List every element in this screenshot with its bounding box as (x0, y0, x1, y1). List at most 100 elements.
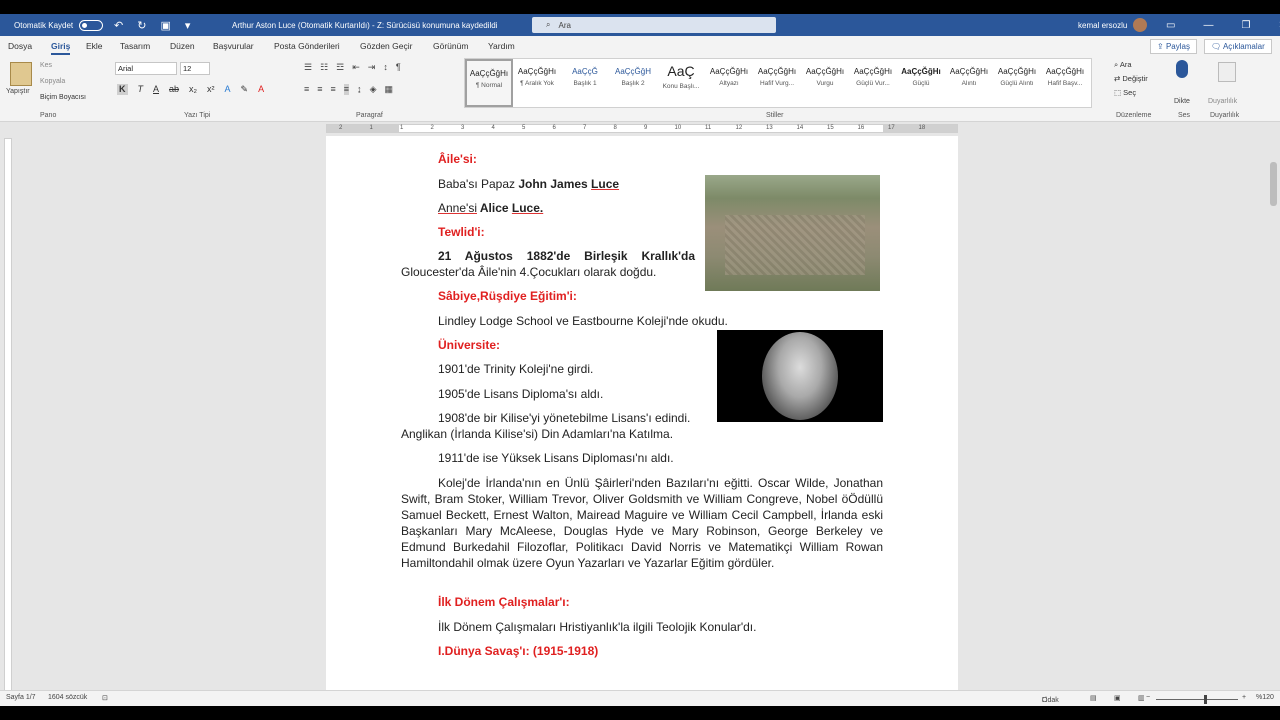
ribbon-display-icon[interactable]: ▭ (1166, 20, 1175, 31)
style-sample: AaÇçĞğHı (949, 67, 989, 76)
web-layout-icon[interactable]: ▥ (1138, 694, 1145, 702)
style-item[interactable]: AaÇçĞğHı Güçlü Vur... (849, 59, 897, 107)
style-item[interactable]: AaÇçĞğHı Hafif Başv... (1041, 59, 1089, 107)
undo-icon[interactable]: ↶ (114, 19, 123, 32)
horizontal-ruler[interactable]: 2 1 1 2 3 4 5 6 7 8 9 10 11 12 13 14 15 16 17 18 (326, 124, 958, 133)
tab-tasarim[interactable]: Tasarım (120, 41, 150, 51)
restore-icon[interactable]: ❐ (1241, 20, 1250, 31)
borders-icon[interactable]: ▦ (384, 84, 393, 95)
decrease-indent-icon[interactable]: ⇤ (352, 62, 360, 73)
zoom-in-icon[interactable]: + (1242, 694, 1246, 701)
sort-icon[interactable]: ↕ (383, 62, 388, 73)
scrollbar-thumb[interactable] (1270, 162, 1277, 206)
align-right-icon[interactable]: ≡ (331, 84, 336, 95)
comments-button[interactable]: 🗨 Açıklamalar (1204, 39, 1272, 54)
pilcrow-icon[interactable]: ¶ (396, 62, 401, 73)
tab-duzen[interactable]: Düzen (170, 41, 195, 51)
zoom-out-icon[interactable]: − (1146, 694, 1150, 701)
user-account[interactable]: kemal ersozlu (1078, 14, 1148, 36)
dictate-button[interactable]: Dikte (1174, 98, 1190, 105)
tab-gozden-gecir[interactable]: Gözden Geçir (360, 41, 412, 51)
vertical-scrollbar[interactable] (1268, 122, 1280, 690)
tab-posta[interactable]: Posta Gönderileri (274, 41, 340, 51)
college-paragraph: Kolej'de İrlanda'nın en Ünlü Şâirleri'nd… (401, 476, 883, 570)
search-box[interactable]: ⌕ Ara (532, 17, 776, 33)
multilevel-list-icon[interactable]: ☲ (336, 62, 344, 73)
style-item[interactable]: AaÇçĞğHı Hafif Vurg... (753, 59, 801, 107)
sensitivity-icon[interactable] (1218, 62, 1236, 82)
font-name-select[interactable]: Arial (115, 62, 177, 75)
tab-giris[interactable]: Giriş (51, 41, 71, 55)
italic-icon[interactable]: T (138, 84, 144, 95)
line-spacing-icon[interactable]: ↨ (357, 84, 362, 95)
customize-qat-icon[interactable]: ▾ (185, 19, 191, 32)
select-button[interactable]: ⬚ Seç (1114, 86, 1148, 100)
zoom-level[interactable]: %120 (1256, 694, 1274, 701)
shading-icon[interactable]: ◈ (370, 84, 377, 95)
page-count[interactable]: Sayfa 1/7 (6, 694, 36, 701)
style-item[interactable]: AaÇçĞğHı ¶ Normal (465, 59, 513, 107)
style-item[interactable]: AaÇçĞğHı Güçlü (897, 59, 945, 107)
voice-group-label: Ses (1178, 112, 1191, 119)
word-count[interactable]: 1604 sözcük (48, 694, 87, 701)
style-sample: AaÇçĞğHı (853, 67, 893, 76)
toggle-switch-icon[interactable] (79, 19, 104, 31)
find-button[interactable]: ⌕ Ara (1114, 58, 1148, 72)
tab-gorunum[interactable]: Görünüm (433, 41, 468, 51)
align-left-icon[interactable]: ≡ (304, 84, 309, 95)
style-item[interactable]: AaÇ Konu Başlı... (657, 59, 705, 107)
share-button[interactable]: ⇪ Paylaş (1150, 39, 1197, 54)
tab-basvurular[interactable]: Başvurular (213, 41, 254, 51)
underline-icon[interactable]: A (153, 84, 159, 95)
autosave-toggle[interactable]: Otomatik Kaydet (14, 14, 104, 36)
text-effects-icon[interactable]: A (225, 84, 231, 95)
style-item[interactable]: AaÇçĞ Başlık 1 (561, 59, 609, 107)
style-item[interactable]: AaÇçĞğHı Vurgu (801, 59, 849, 107)
justify-icon[interactable]: ≡ (343, 84, 350, 95)
copy-button[interactable]: Kopyala (40, 78, 65, 85)
strikethrough-icon[interactable]: ab (169, 84, 179, 95)
tab-dosya[interactable]: Dosya (8, 41, 32, 51)
superscript-icon[interactable]: x² (207, 84, 215, 95)
bold-icon[interactable]: K (117, 84, 128, 95)
style-item[interactable]: AaÇçĞğH Başlık 2 (609, 59, 657, 107)
replace-button[interactable]: ⇄ Değiştir (1114, 72, 1148, 86)
subscript-icon[interactable]: x₂ (189, 84, 197, 95)
style-item[interactable]: AaÇçĞğHı Alıntı (945, 59, 993, 107)
paste-icon[interactable] (10, 62, 32, 86)
microphone-icon[interactable] (1176, 60, 1188, 78)
redo-icon[interactable]: ↻ (137, 19, 146, 32)
print-layout-icon[interactable]: ▣ (1114, 694, 1121, 702)
font-color-icon[interactable]: A (258, 84, 264, 95)
luce-portrait-photo[interactable] (717, 330, 883, 422)
zoom-slider[interactable] (1156, 699, 1238, 700)
gloucester-aerial-photo[interactable] (705, 175, 880, 291)
style-item[interactable]: AaÇçĞğHı Altyazı (705, 59, 753, 107)
ribbon: Yapıştır Kes Kopyala Biçim Boyacısı Pano… (0, 56, 1280, 122)
cut-button[interactable]: Kes (40, 62, 52, 69)
mother-line: Anne'si Alice Luce. (438, 200, 543, 216)
zoom-slider-thumb[interactable] (1204, 695, 1208, 704)
document-title[interactable]: Arthur Aston Luce (Otomatik Kurtarıldı) … (232, 14, 497, 36)
save-icon[interactable]: ▣ (160, 19, 170, 32)
tab-ekle[interactable]: Ekle (86, 41, 103, 51)
font-size-select[interactable]: 12 (180, 62, 210, 75)
minimize-icon[interactable]: — (1203, 20, 1213, 31)
avatar[interactable] (1133, 18, 1148, 32)
style-item[interactable]: AaÇçĞğHı ¶ Aralık Yok (513, 59, 561, 107)
paste-button-label[interactable]: Yapıştır (6, 88, 30, 95)
highlight-icon[interactable]: ✎ (241, 84, 249, 95)
tab-yardim[interactable]: Yardım (488, 41, 515, 51)
increase-indent-icon[interactable]: ⇥ (368, 62, 376, 73)
line-1911: 1911'de ise Yüksek Lisans Diploması'nı a… (438, 451, 674, 465)
style-item[interactable]: AaÇçĞğHı Güçlü Alıntı (993, 59, 1041, 107)
read-mode-icon[interactable]: ▤ (1090, 694, 1097, 702)
proofing-icon[interactable]: ⊡ (102, 694, 108, 702)
align-center-icon[interactable]: ≡ (317, 84, 322, 95)
numbering-icon[interactable]: ☷ (320, 62, 328, 73)
document-page[interactable]: Âile'si: Baba'sı Papaz John James Luce A… (326, 136, 958, 696)
bullets-icon[interactable]: ☰ (304, 62, 312, 73)
format-painter-button[interactable]: Biçim Boyacısı (40, 94, 86, 101)
sensitivity-button[interactable]: Duyarlılık (1208, 98, 1237, 105)
vertical-ruler[interactable] (4, 138, 12, 698)
